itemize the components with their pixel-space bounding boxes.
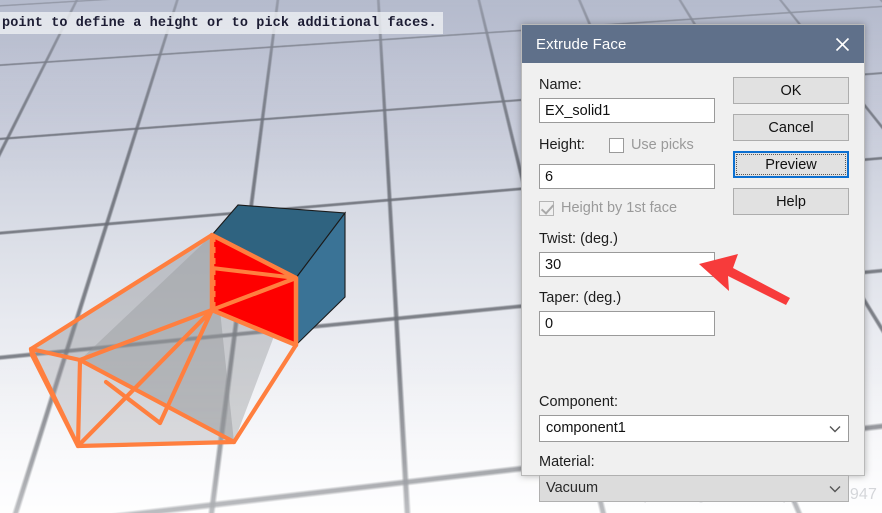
dialog-left-column: Name: Height: Use picks Height by 1st fa… — [539, 76, 715, 336]
extrude-face-dialog[interactable]: Extrude Face Name: Height: Use picks — [521, 24, 865, 502]
dialog-body: Name: Height: Use picks Height by 1st fa… — [522, 63, 864, 502]
use-picks-checkbox-box[interactable] — [608, 137, 624, 153]
preview-button[interactable]: Preview — [733, 151, 849, 178]
material-select[interactable]: Vacuum — [539, 475, 849, 502]
height-by-first-face-label: Height by 1st face — [561, 200, 678, 216]
height-by-first-face-checkbox[interactable]: Height by 1st face — [539, 198, 715, 218]
taper-input[interactable] — [539, 311, 715, 336]
component-select[interactable]: component1 — [539, 415, 849, 442]
status-hint-bar: point to define a height or to pick addi… — [0, 12, 443, 34]
name-label: Name: — [539, 77, 582, 93]
height-label: Height: — [539, 136, 585, 153]
component-label: Component: — [539, 394, 618, 410]
height-row-header: Height: Use picks — [539, 135, 715, 155]
material-section: Material: Vacuum — [539, 453, 849, 502]
height-input[interactable] — [539, 164, 715, 189]
close-icon — [835, 37, 849, 51]
component-section: Component: component1 — [539, 393, 849, 442]
chevron-down-icon — [826, 425, 844, 433]
dialog-title: Extrude Face — [536, 35, 627, 53]
solid-box — [211, 204, 347, 347]
extrusion-wireframe — [28, 232, 299, 449]
cancel-button[interactable]: Cancel — [733, 114, 849, 141]
selected-face-highlight — [209, 232, 299, 348]
help-button[interactable]: Help — [733, 188, 849, 215]
application-window: point to define a height or to pick addi… — [0, 0, 882, 513]
name-input[interactable] — [539, 98, 715, 123]
dialog-button-column: OK Cancel Preview Help — [733, 77, 849, 225]
ok-button[interactable]: OK — [733, 77, 849, 104]
twist-diagonal — [211, 266, 297, 280]
twist-label: Twist: (deg.) — [539, 231, 618, 247]
status-hint-text: point to define a height or to pick addi… — [2, 15, 437, 31]
material-selected-value: Vacuum — [546, 480, 599, 496]
chevron-down-icon — [826, 485, 844, 493]
use-picks-label: Use picks — [630, 137, 694, 153]
height-by-first-face-checkbox-box[interactable] — [539, 200, 554, 216]
extrusion-preview-body — [31, 235, 296, 446]
twist-input[interactable] — [539, 252, 715, 277]
use-picks-checkbox[interactable]: Use picks — [608, 135, 694, 155]
component-selected-value: component1 — [546, 420, 626, 436]
close-button[interactable] — [820, 25, 864, 63]
taper-label: Taper: (deg.) — [539, 290, 622, 306]
dialog-titlebar[interactable]: Extrude Face — [522, 25, 864, 63]
material-label: Material: — [539, 454, 595, 470]
